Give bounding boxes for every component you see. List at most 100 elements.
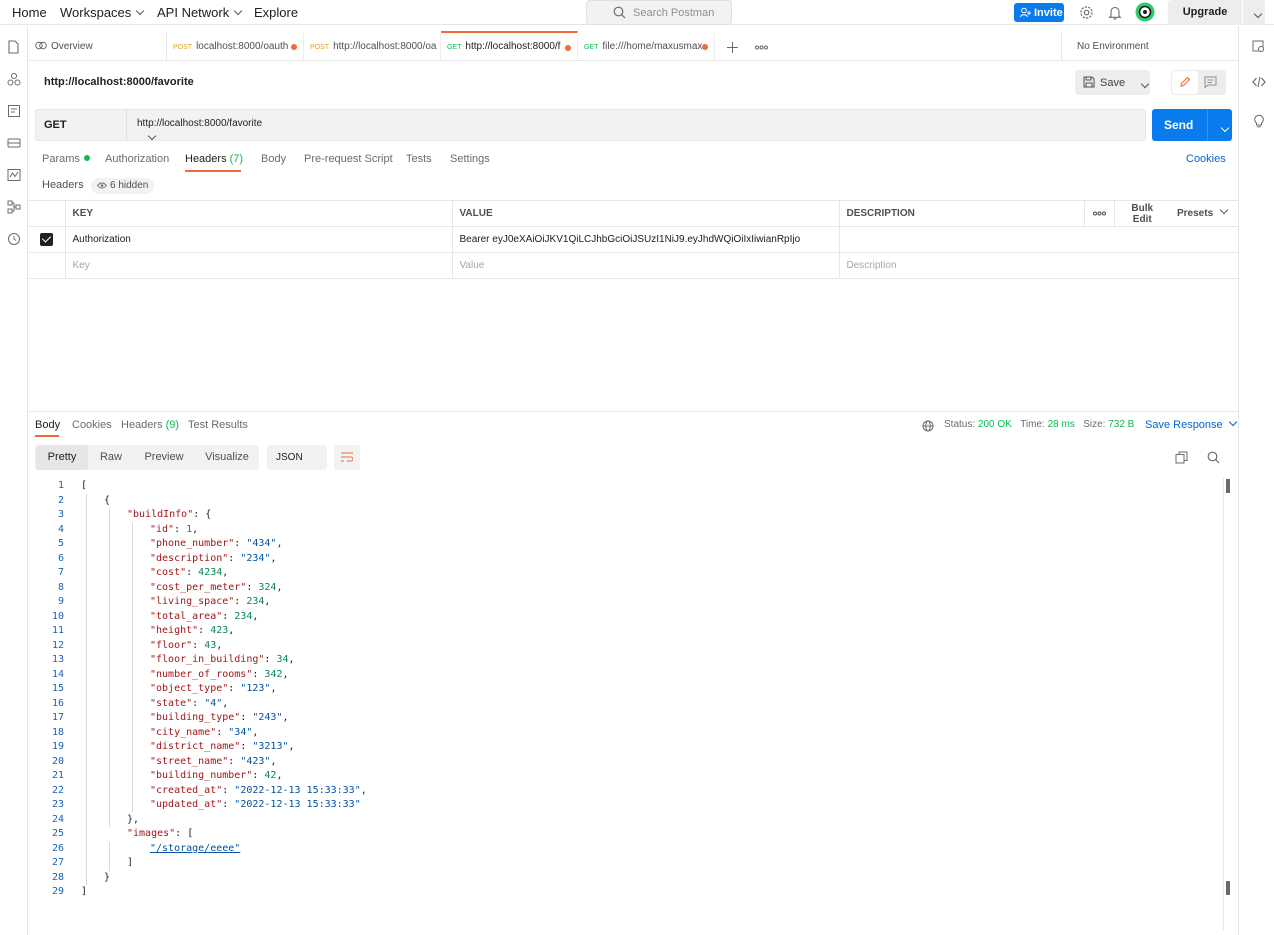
row-enabled-checkbox[interactable]: [40, 233, 54, 246]
tab-overview[interactable]: Overview: [29, 33, 167, 61]
view-visualize[interactable]: Visualize: [198, 445, 256, 470]
bulk-edit-button[interactable]: Bulk Edit: [1113, 200, 1170, 227]
invite-label: Invite: [1034, 7, 1063, 19]
code-line: 13 "floor_in_building": 34,: [29, 653, 1219, 668]
upgrade-button[interactable]: Upgrade: [1168, 0, 1242, 25]
tab-authorization[interactable]: Authorization: [105, 153, 169, 165]
nav-home[interactable]: Home: [12, 5, 47, 20]
presets-dropdown[interactable]: Presets: [1170, 200, 1238, 227]
save-button[interactable]: Save: [1075, 70, 1150, 95]
code-line: 21 "building_number": 42,: [29, 769, 1219, 784]
view-pretty[interactable]: Pretty: [36, 445, 88, 470]
code-icon[interactable]: [1252, 76, 1266, 88]
chevron-down-icon[interactable]: [1220, 123, 1230, 133]
code-line: 22 "created_at": "2022-12-13 15:33:33",: [29, 784, 1219, 799]
value-input[interactable]: Value: [451, 252, 840, 279]
headers-label: Headers: [42, 179, 84, 191]
chevron-down-icon: [136, 6, 145, 16]
response-tab-body[interactable]: Body: [35, 419, 60, 431]
copy-icon[interactable]: [1175, 451, 1188, 464]
hidden-headers-toggle[interactable]: 6 hidden: [91, 178, 155, 194]
nav-api-network[interactable]: API Network: [157, 5, 243, 20]
environment-select[interactable]: No Environment: [1061, 33, 1238, 61]
tab-request-active[interactable]: GET http://localhost:8000/f: [441, 31, 578, 59]
code-text: "street_name": "423",: [150, 755, 277, 767]
invite-button[interactable]: Invite: [1014, 3, 1064, 22]
request-title[interactable]: http://localhost:8000/favorite: [44, 76, 194, 88]
search-input[interactable]: Search Postman: [586, 0, 732, 25]
line-number: 29: [51, 886, 64, 897]
save-response-button[interactable]: Save Response: [1145, 417, 1237, 431]
nav-explore[interactable]: Explore: [254, 5, 298, 20]
format-select[interactable]: JSON: [267, 445, 359, 470]
tab-settings[interactable]: Settings: [450, 153, 490, 165]
send-button[interactable]: Send: [1152, 109, 1232, 141]
response-tab-cookies[interactable]: Cookies: [72, 419, 112, 431]
scrollbar-track[interactable]: [1223, 478, 1224, 930]
tab-tests[interactable]: Tests: [406, 153, 432, 165]
tab-request[interactable]: POST localhost:8000/oauth: [167, 33, 304, 61]
globe-icon[interactable]: [922, 420, 934, 432]
view-preview[interactable]: Preview: [138, 445, 190, 470]
header-key[interactable]: Authorization: [64, 226, 453, 253]
avatar[interactable]: [1135, 2, 1155, 22]
tab-params[interactable]: Params: [42, 153, 90, 165]
flows-icon[interactable]: [7, 200, 21, 214]
tab-body[interactable]: Body: [261, 153, 286, 165]
upgrade-dropdown[interactable]: [1243, 0, 1265, 25]
wrap-lines-button[interactable]: [334, 445, 360, 470]
size-value[interactable]: 732 B: [1108, 419, 1134, 430]
environments-icon[interactable]: [7, 104, 21, 118]
unsaved-dot: [565, 45, 571, 51]
line-number: 6: [57, 552, 64, 564]
scrollbar-thumb-bottom[interactable]: [1226, 881, 1230, 895]
edit-mode[interactable]: [1172, 71, 1198, 94]
response-body-code[interactable]: 1[2{3 "buildInfo": {4 "id": 1, 5 "phone_numb…: [29, 478, 1224, 930]
format-label: JSON: [276, 452, 303, 463]
scrollbar-thumb[interactable]: [1226, 479, 1230, 493]
response-tab-headers[interactable]: Headers (9): [121, 419, 179, 431]
monitors-icon[interactable]: [7, 168, 21, 182]
select-column: [29, 200, 66, 227]
tab-headers[interactable]: Headers (7): [185, 153, 243, 165]
nav-workspaces[interactable]: Workspaces: [60, 5, 145, 20]
line-number: 5: [57, 538, 64, 549]
description-input[interactable]: Description: [838, 252, 1238, 279]
line-number: 15: [51, 683, 64, 694]
code-text: "id": 1,: [150, 523, 199, 535]
line-number: 28: [51, 871, 64, 883]
url-input[interactable]: http://localhost:8000/favorite: [137, 118, 262, 129]
line-number: 16: [51, 697, 64, 709]
method-select[interactable]: GET: [35, 109, 156, 141]
status-value[interactable]: 200 OK: [978, 419, 1012, 430]
new-tab-plus-icon[interactable]: [727, 42, 738, 53]
key-input[interactable]: Key: [64, 252, 453, 279]
pane-divider[interactable]: [29, 411, 1238, 412]
collections-icon[interactable]: [7, 40, 20, 54]
apis-icon[interactable]: [7, 72, 21, 86]
code-line: 20 "street_name": "423",: [29, 755, 1219, 770]
response-tab-test-results[interactable]: Test Results: [188, 419, 248, 431]
bell-icon[interactable]: [1108, 5, 1122, 20]
tab-request[interactable]: GET file:///home/maxusmax: [578, 33, 715, 61]
tab-request[interactable]: POST http://localhost:8000/oa: [304, 33, 441, 61]
cookies-link[interactable]: Cookies: [1186, 153, 1226, 165]
code-line: 16 "state": "4",: [29, 697, 1219, 712]
view-raw[interactable]: Raw: [90, 445, 132, 470]
tab-prerequest-script[interactable]: Pre-request Script: [304, 153, 393, 165]
search-icon[interactable]: [1207, 451, 1220, 464]
gear-icon[interactable]: [1079, 5, 1094, 20]
time-value[interactable]: 28 ms: [1048, 419, 1075, 430]
lightbulb-icon[interactable]: [1253, 114, 1265, 128]
history-icon[interactable]: [7, 232, 21, 246]
header-value[interactable]: Bearer eyJ0eXAiOiJKV1QiLCJhbGciOiJSUzI1N…: [451, 226, 840, 253]
tab-method: GET: [584, 44, 599, 51]
mock-servers-icon[interactable]: [7, 136, 21, 150]
comment-icon[interactable]: [1204, 76, 1217, 88]
edit-comments-toggle[interactable]: [1171, 70, 1226, 95]
more-tabs-icon[interactable]: [755, 45, 768, 50]
column-options[interactable]: [1083, 200, 1115, 227]
environment-quicklook-icon[interactable]: [1252, 40, 1265, 53]
table-row: Authorization Bearer eyJ0eXAiOiJKV1QiLCJ…: [29, 226, 1238, 253]
header-description[interactable]: [838, 226, 1238, 253]
